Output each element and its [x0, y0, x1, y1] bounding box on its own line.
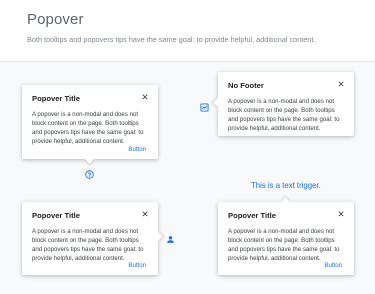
popover-top-left: Popover Title ✕ A popover is a non-modal… — [22, 85, 158, 164]
close-icon[interactable]: ✕ — [140, 92, 150, 102]
close-icon[interactable]: ✕ — [140, 209, 150, 219]
popover-bottom-right: Popover Title ✕ A popover is a non-modal… — [218, 197, 354, 275]
page-subtitle: Both tooltips and popovers tips have the… — [27, 35, 316, 44]
popover-button[interactable]: Button — [324, 262, 342, 269]
chart-icon[interactable] — [200, 99, 209, 117]
close-icon[interactable]: ✕ — [336, 209, 346, 219]
person-icon[interactable] — [166, 231, 175, 249]
popover-title: Popover Title — [32, 94, 80, 103]
popover-bottom-left: Popover Title ✕ A popover is a non-modal… — [22, 202, 163, 275]
popover-button[interactable]: Button — [128, 262, 146, 269]
popover-body: A popover is a non-modal and does not bl… — [228, 98, 340, 132]
popover-body: A popover is a non-modal and does not bl… — [32, 228, 144, 262]
popover-title: Popover Title — [32, 211, 80, 220]
popover-title: No Footer — [228, 81, 264, 90]
popover-body: A popover is a non-modal and does not bl… — [228, 228, 340, 262]
popover-title: Popover Title — [228, 211, 276, 220]
page-header: Popover Both tooltips and popovers tips … — [0, 0, 375, 60]
popover-arrow — [280, 197, 291, 208]
page-title: Popover — [27, 11, 84, 28]
popover-arrow — [152, 231, 163, 242]
popover-button[interactable]: Button — [128, 146, 146, 153]
close-icon[interactable]: ✕ — [336, 79, 346, 89]
text-trigger-link[interactable]: This is a text trigger. — [251, 181, 321, 190]
popover-arrow — [213, 97, 224, 108]
popover-body: A popover is a non-modal and does not bl… — [32, 111, 144, 145]
popover-arrow — [84, 153, 95, 164]
popover-no-footer: No Footer ✕ A popover is a non-modal and… — [213, 72, 354, 136]
help-circle-icon[interactable] — [85, 166, 94, 184]
demo-area: Popover Title ✕ A popover is a non-modal… — [0, 62, 375, 294]
